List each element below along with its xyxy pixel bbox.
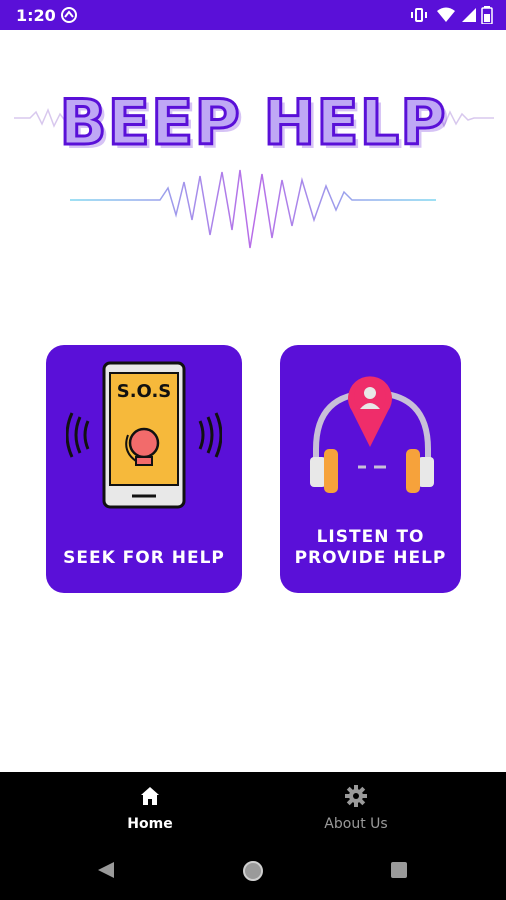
signal-icon bbox=[462, 8, 476, 22]
system-navigation-bar bbox=[0, 840, 506, 900]
nav-home-label: Home bbox=[127, 816, 173, 832]
sos-art-text: S.O.S bbox=[116, 381, 172, 402]
listen-help-label-line2: PROVIDE HELP bbox=[294, 548, 447, 568]
back-icon[interactable] bbox=[96, 860, 116, 880]
nav-about-us-label: About Us bbox=[324, 816, 388, 832]
status-bar: 1:20 bbox=[0, 0, 506, 30]
vibrate-icon bbox=[411, 8, 427, 22]
app-title: BEEP HELP bbox=[58, 85, 447, 161]
battery-icon bbox=[481, 6, 493, 24]
nav-about-us[interactable]: About Us bbox=[286, 772, 426, 840]
bottom-navigation: Home About Us bbox=[0, 772, 506, 840]
gear-icon bbox=[345, 785, 367, 807]
status-time: 1:20 bbox=[16, 6, 56, 25]
headphones-location-icon bbox=[310, 376, 434, 493]
wifi-icon bbox=[437, 7, 455, 22]
seek-help-button[interactable]: S.O.S SEEK FOR HELP bbox=[46, 345, 242, 593]
app-logo: BEEP HELP bbox=[0, 70, 506, 260]
listen-help-label-line1: LISTEN TO bbox=[316, 527, 425, 547]
seek-help-label: SEEK FOR HELP bbox=[63, 548, 225, 568]
home-circle-icon[interactable] bbox=[242, 860, 264, 882]
listen-help-button[interactable]: LISTEN TO PROVIDE HELP bbox=[280, 345, 461, 593]
nav-home[interactable]: Home bbox=[80, 772, 220, 840]
sync-icon bbox=[61, 7, 77, 23]
recents-icon[interactable] bbox=[390, 861, 408, 879]
home-icon bbox=[141, 787, 159, 805]
listen-help-label: LISTEN TO PROVIDE HELP bbox=[280, 527, 461, 569]
